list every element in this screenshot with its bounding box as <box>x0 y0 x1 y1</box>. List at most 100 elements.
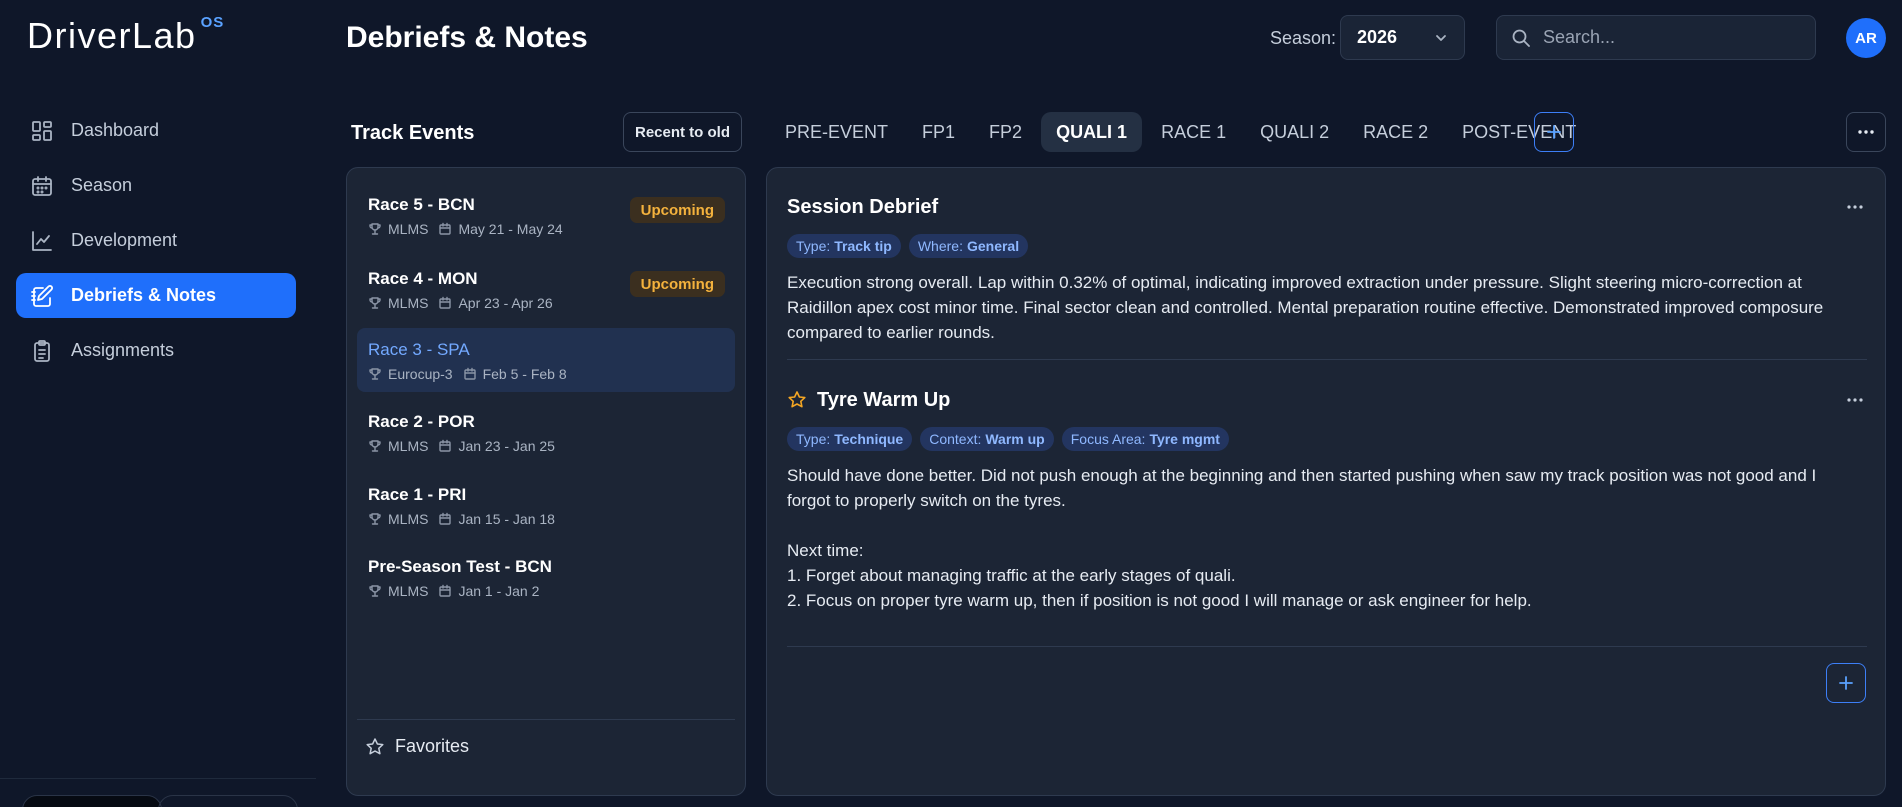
tag-context: Context: Warm up <box>920 427 1054 451</box>
sidebar-footer-control[interactable] <box>22 795 162 807</box>
note-body: Should have done better. Did not push en… <box>787 466 1817 610</box>
event-item-race-2-por[interactable]: Race 2 - POR MLMS Jan 23 - Jan 25 <box>357 400 735 464</box>
tag-type: Type: Technique <box>787 427 913 451</box>
favorites-divider <box>357 719 735 720</box>
event-series: MLMS <box>388 511 429 527</box>
note-card: Session Debrief Type: Track tip Where: G… <box>787 194 1867 345</box>
calendar-icon <box>463 367 477 381</box>
event-item-race-1-pri[interactable]: Race 1 - PRI MLMS Jan 15 - Jan 18 <box>357 473 735 537</box>
tag-type: Type: Track tip <box>787 234 901 258</box>
app-logo[interactable]: DriverLab OS <box>27 14 225 56</box>
sidebar-item-label: Development <box>71 230 178 250</box>
tab-quali-2[interactable]: QUALI 2 <box>1245 112 1344 152</box>
star-outline-icon <box>365 737 385 757</box>
avatar[interactable]: AR <box>1846 18 1886 58</box>
search-input[interactable] <box>1543 27 1803 48</box>
tag-value: General <box>966 238 1020 254</box>
calendar-icon <box>30 174 54 198</box>
session-tabs: PRE-EVENT FP1 FP2 QUALI 1 RACE 1 QUALI 2… <box>770 112 1595 152</box>
tab-fp1[interactable]: FP1 <box>907 112 970 152</box>
trophy-icon <box>368 296 382 310</box>
event-series: Eurocup-3 <box>388 366 453 382</box>
sidebar-nav: Dashboard Season Development Debriefs & … <box>16 108 296 383</box>
sidebar-item-development[interactable]: Development <box>16 218 296 263</box>
note-tags: Type: Technique Context: Warm up Focus A… <box>787 427 1867 451</box>
tag-value: Tyre mgmt <box>1149 431 1220 447</box>
sidebar-item-assignments[interactable]: Assignments <box>16 328 296 373</box>
trophy-icon <box>368 222 382 236</box>
calendar-icon <box>438 584 452 598</box>
tag-key: Context: <box>929 431 982 447</box>
note-divider <box>787 359 1867 360</box>
tag-focus-area: Focus Area: Tyre mgmt <box>1061 427 1229 451</box>
search-box <box>1496 15 1816 60</box>
sidebar-divider <box>0 778 316 779</box>
tag-key: Where: <box>917 238 963 254</box>
event-dates: Apr 23 - Apr 26 <box>458 295 553 311</box>
tag-key: Type: <box>796 431 831 447</box>
sidebar: DriverLab OS Dashboard Season Developmen… <box>0 0 316 807</box>
calendar-icon <box>438 222 452 236</box>
add-note-button[interactable] <box>1826 663 1866 703</box>
sidebar-footer-control-secondary[interactable] <box>158 795 298 807</box>
search-icon <box>1511 28 1531 48</box>
calendar-icon <box>438 439 452 453</box>
favorites-filter[interactable]: Favorites <box>365 736 469 757</box>
page-title: Debriefs & Notes <box>346 21 588 54</box>
note-more-button[interactable] <box>1843 391 1867 409</box>
chevron-down-icon <box>1434 31 1448 45</box>
logo-superscript: OS <box>200 14 225 31</box>
tag-where: Where: General <box>908 234 1029 258</box>
note-title-text: Tyre Warm Up <box>817 389 951 411</box>
sidebar-item-debriefs-notes[interactable]: Debriefs & Notes <box>16 273 296 318</box>
sidebar-item-dashboard[interactable]: Dashboard <box>16 108 296 153</box>
tab-fp2[interactable]: FP2 <box>974 112 1037 152</box>
tag-value: Track tip <box>834 238 892 254</box>
event-item-pre-season-test-bcn[interactable]: Pre-Season Test - BCN MLMS Jan 1 - Jan 2 <box>357 545 735 609</box>
event-dates: Feb 5 - Feb 8 <box>482 366 567 382</box>
trophy-icon <box>368 439 382 453</box>
sidebar-item-label: Assignments <box>71 340 175 360</box>
plus-icon <box>1837 674 1855 692</box>
tab-race-2[interactable]: RACE 2 <box>1348 112 1443 152</box>
season-select[interactable]: 2026 <box>1340 15 1465 60</box>
event-series: MLMS <box>388 438 429 454</box>
event-meta: MLMS Jan 23 - Jan 25 <box>368 437 735 455</box>
event-series: MLMS <box>388 221 429 237</box>
sidebar-item-season[interactable]: Season <box>16 163 296 208</box>
trophy-icon <box>368 584 382 598</box>
tab-race-1[interactable]: RACE 1 <box>1146 112 1241 152</box>
event-item-race-5-bcn[interactable]: Race 5 - BCN MLMS May 21 - May 24 Upcomi… <box>357 183 735 247</box>
chart-line-icon <box>30 229 54 253</box>
event-meta: MLMS Jan 1 - Jan 2 <box>368 582 735 600</box>
clipboard-icon <box>30 339 54 363</box>
event-item-race-4-mon[interactable]: Race 4 - MON MLMS Apr 23 - Apr 26 Upcomi… <box>357 257 735 321</box>
tab-pre-event[interactable]: PRE-EVENT <box>770 112 903 152</box>
tag-value: Technique <box>834 431 904 447</box>
tag-key: Focus Area: <box>1070 431 1146 447</box>
track-events-list: Race 5 - BCN MLMS May 21 - May 24 Upcomi… <box>346 167 746 796</box>
note-more-button[interactable] <box>1843 198 1867 216</box>
tag-value: Warm up <box>985 431 1045 447</box>
calendar-icon <box>438 512 452 526</box>
event-dates: Jan 1 - Jan 2 <box>458 583 540 599</box>
tab-quali-1[interactable]: QUALI 1 <box>1041 112 1143 152</box>
event-name: Race 1 - PRI <box>368 485 467 504</box>
note-divider <box>787 646 1867 647</box>
sidebar-item-label: Dashboard <box>71 120 160 140</box>
status-badge: Upcoming <box>629 197 725 223</box>
favorites-label: Favorites <box>395 736 470 756</box>
more-options-button[interactable] <box>1846 112 1886 152</box>
note-tags: Type: Track tip Where: General <box>787 234 1867 258</box>
event-item-race-3-spa[interactable]: Race 3 - SPA Eurocup-3 Feb 5 - Feb 8 <box>357 328 735 392</box>
sort-order-button[interactable]: Recent to old <box>623 112 742 152</box>
status-badge: Upcoming <box>629 271 725 297</box>
more-horizontal-icon <box>1857 129 1875 135</box>
plus-icon <box>1545 123 1563 141</box>
star-favorite-icon[interactable] <box>787 390 807 410</box>
event-meta: MLMS Jan 15 - Jan 18 <box>368 510 735 528</box>
trophy-icon <box>368 512 382 526</box>
note-title: Tyre Warm Up <box>787 387 1867 413</box>
event-series: MLMS <box>388 583 429 599</box>
add-session-button[interactable] <box>1534 112 1574 152</box>
